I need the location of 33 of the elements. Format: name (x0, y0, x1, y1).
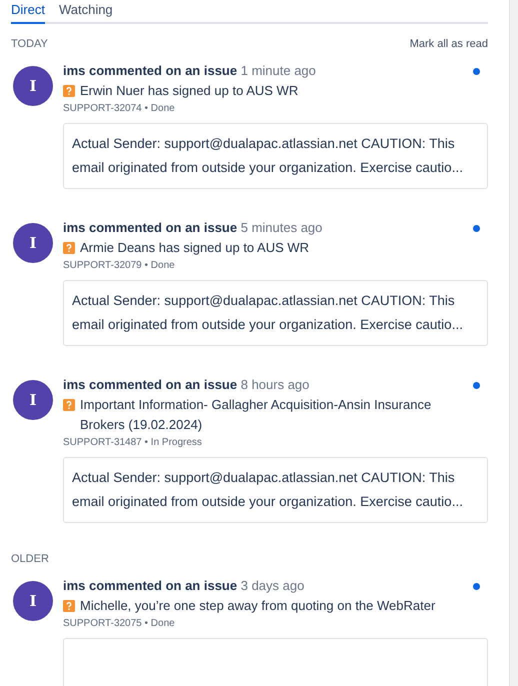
question-icon (63, 242, 75, 254)
avatar: I (13, 223, 53, 263)
avatar: I (13, 66, 53, 106)
issue-title-link[interactable]: Michelle, you’re one step away from quoting on the WebRater (80, 596, 450, 616)
scrollbar[interactable] (509, 0, 518, 686)
notification-title: ims commented on an issue 8 hours ago (63, 376, 310, 394)
issue-title-link[interactable]: Armie Deans has signed up to AUS WR (80, 238, 324, 258)
unread-dot[interactable] (473, 224, 480, 232)
avatar: I (13, 581, 53, 621)
question-icon (63, 399, 75, 411)
mark-all-read-link[interactable]: Mark all as read (410, 38, 488, 50)
issue-meta: SUPPORT-32075 • Done (63, 618, 176, 629)
issue-title-link[interactable]: Important Information- Gallagher Acquisition-Ansin Insurance Brokers (19.02.2024) (80, 395, 488, 435)
comment-preview: Actual Sender: support@dualapac.atlassian.net CAUTION: This email originated from outside your organization. Exercise cautio... (63, 457, 488, 523)
issue-meta: SUPPORT-31487 • In Progress (63, 437, 203, 448)
issue-meta: SUPPORT-32074 • Done (63, 103, 176, 114)
unread-dot[interactable] (473, 582, 480, 590)
comment-preview: Actual Sender: support@dualapac.atlassian.net CAUTION: This email originated from outside your organization. Exercise cautio... (63, 123, 488, 189)
unread-dot[interactable] (473, 68, 480, 74)
comment-preview: Actual Sender: support@dualapac.atlassian.net CAUTION: This email originated from outside your organization. Exercise cautio... (63, 280, 488, 346)
notification-title: ims commented on an issue 1 minute ago (63, 62, 316, 80)
avatar: I (13, 380, 53, 420)
notification-title: ims commented on an issue 3 days ago (63, 577, 304, 595)
unread-dot[interactable] (473, 382, 480, 388)
issue-meta: SUPPORT-32079 • Done (63, 260, 176, 271)
section-heading: OLDER (11, 553, 49, 565)
question-icon (63, 600, 75, 612)
notification-title: ims commented on an issue 5 minutes ago (63, 219, 322, 237)
section-heading: TODAY (11, 38, 48, 50)
tab[interactable]: Watching (58, 0, 113, 24)
question-icon (63, 85, 75, 97)
tab[interactable]: Direct (11, 0, 45, 24)
issue-title-link[interactable]: Erwin Nuer has signed up to AUS WR (80, 81, 312, 101)
